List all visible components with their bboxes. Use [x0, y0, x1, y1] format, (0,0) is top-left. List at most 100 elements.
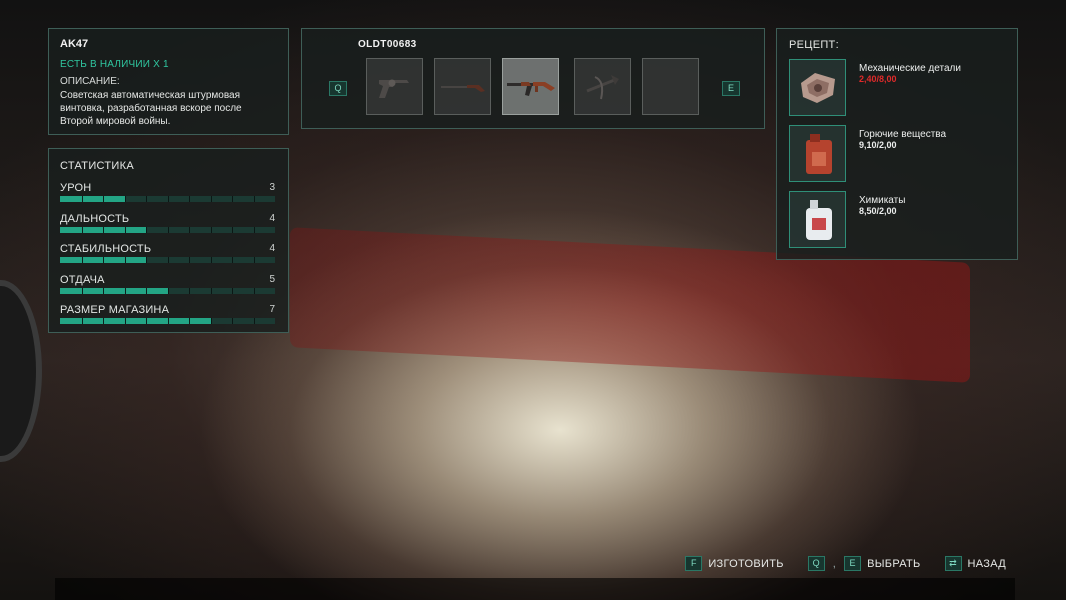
stat-bar-tick	[81, 257, 83, 263]
next-weapon-key[interactable]: E	[722, 81, 740, 96]
stat-bar-tick	[232, 226, 233, 233]
stat-bar	[60, 287, 275, 294]
weapon-slot-ak47[interactable]	[502, 58, 559, 115]
stat-label: ОТДАЧА	[60, 273, 105, 286]
shotgun-icon	[440, 84, 485, 92]
stats-list: УРОН 3 ДАЛЬНОСТЬ 4 СТАБИЛЬНОСТЬ 4 ОТДАЧА…	[60, 180, 277, 333]
stat-bar-tick	[81, 318, 83, 324]
stat-bar-tick	[253, 196, 255, 202]
stat-row-stability: СТАБИЛЬНОСТЬ 4	[60, 241, 277, 272]
ingredient-chemicals: Химикаты 8,50/2,00	[789, 191, 1009, 249]
select-action[interactable]: Q , E ВЫБРАТЬ	[807, 556, 921, 571]
stat-row-magazine-size: РАЗМЕР МАГАЗИНА 7	[60, 302, 277, 333]
stat-bar-tick	[189, 257, 190, 263]
weapon-slot-crossbow[interactable]	[574, 58, 631, 115]
back-label: НАЗАД	[967, 557, 1006, 570]
chemicals-jug-icon	[805, 199, 832, 240]
ingredient-name: Горючие вещества	[859, 129, 947, 140]
stat-label: СТАБИЛЬНОСТЬ	[60, 243, 152, 255]
stat-bar-tick	[232, 318, 233, 324]
description-text: Советская автоматическая штурмовая винто…	[60, 90, 242, 127]
stat-bar-tick	[124, 196, 126, 202]
craft-label: ИЗГОТОВИТЬ	[708, 557, 784, 570]
recipe-panel: РЕЦЕПТ: Механические детали 2,40/8,00 Го…	[776, 28, 1018, 260]
stat-label: УРОН	[60, 182, 92, 194]
stat-bar-tick	[103, 318, 104, 324]
select-key-separator: ,	[832, 557, 837, 570]
stat-bar-tick	[167, 257, 169, 263]
stat-bar-tick	[189, 226, 190, 233]
weapon-slot-empty[interactable]	[642, 58, 699, 115]
select-label: ВЫБРАТЬ	[867, 557, 921, 570]
craft-action[interactable]: F ИЗГОТОВИТЬ	[685, 556, 783, 571]
control-hints: F ИЗГОТОВИТЬ Q , E ВЫБРАТЬ ⇄ НАЗАД	[667, 556, 1006, 571]
stat-label: РАЗМЕР МАГАЗИНА	[60, 304, 170, 316]
weapon-carousel: OLDT00683 Q E	[301, 28, 765, 129]
stat-bar-tick	[232, 196, 233, 202]
stat-bar-tick	[167, 226, 169, 233]
ingredient-quantity: 8,50/2,00	[859, 206, 897, 216]
stat-bar-tick	[253, 226, 255, 233]
ingredient-thumbnail	[789, 125, 846, 182]
ingredient-mechanical-parts: Механические детали 2,40/8,00	[789, 59, 1009, 117]
stat-bar-tick	[146, 196, 147, 202]
weapon-name: AK47	[60, 38, 89, 50]
ingredient-name: Механические детали	[859, 63, 961, 74]
stat-bar-tick	[81, 287, 83, 294]
craft-key: F	[685, 556, 703, 571]
stat-bar-tick	[210, 196, 212, 202]
stat-bar-tick	[167, 196, 169, 202]
stat-bar-tick	[210, 287, 212, 294]
stat-bar	[60, 318, 275, 324]
stat-bar-tick	[232, 287, 233, 294]
stat-bar-tick	[146, 287, 147, 294]
stats-panel: СТАТИСТИКА УРОН 3 ДАЛЬНОСТЬ 4 СТАБИЛЬНОС…	[48, 148, 289, 333]
back-key-icon: ⇄	[944, 556, 962, 571]
stat-value: 4	[269, 212, 275, 224]
stat-bar-tick	[124, 287, 126, 294]
ak47-rifle-icon	[506, 81, 555, 96]
select-key-q: Q	[807, 556, 825, 571]
stat-bar-fill	[60, 318, 211, 324]
weapon-slot-revolver[interactable]	[366, 58, 423, 115]
ingredient-thumbnail	[789, 59, 846, 116]
crossbow-icon	[585, 74, 619, 99]
background-bottom-strip	[55, 578, 1015, 600]
ingredient-quantity: 9,10/2,00	[859, 140, 897, 150]
prev-weapon-key[interactable]: Q	[329, 81, 347, 96]
fuel-canister-icon	[805, 133, 832, 174]
stats-title: СТАТИСТИКА	[60, 160, 134, 172]
stat-bar-tick	[124, 318, 126, 324]
stat-bar-tick	[81, 226, 83, 233]
availability-status: ЕСТЬ В НАЛИЧИИ X 1	[60, 59, 169, 70]
stat-bar-tick	[210, 257, 212, 263]
weapon-slot-shotgun[interactable]	[434, 58, 491, 115]
stat-row-damage: УРОН 3	[60, 180, 277, 211]
stat-bar	[60, 196, 275, 202]
stat-bar	[60, 226, 275, 233]
stat-bar-tick	[103, 287, 104, 294]
stat-bar-fill	[60, 287, 168, 294]
stat-bar-tick	[210, 226, 212, 233]
stat-value: 7	[269, 304, 275, 315]
stat-bar	[60, 257, 275, 263]
ingredient-fuel: Горючие вещества 9,10/2,00	[789, 125, 1009, 183]
revolver-icon	[378, 79, 409, 98]
description-label: ОПИСАНИЕ:	[60, 76, 120, 87]
stat-value: 4	[269, 243, 275, 254]
stat-row-recoil: ОТДАЧА 5	[60, 272, 277, 303]
stat-bar-tick	[124, 226, 126, 233]
back-action[interactable]: ⇄ НАЗАД	[944, 556, 1006, 571]
stat-bar-tick	[189, 318, 190, 324]
stat-bar-tick	[81, 196, 83, 202]
stat-bar-tick	[146, 318, 147, 324]
stat-bar-tick	[253, 287, 255, 294]
stat-bar-tick	[253, 257, 255, 263]
stat-value: 3	[269, 182, 275, 193]
stat-bar-tick	[232, 257, 233, 263]
stat-bar-fill	[60, 196, 125, 202]
stat-bar-tick	[103, 226, 104, 233]
stat-bar-tick	[189, 287, 190, 294]
recipe-title: РЕЦЕПТ:	[789, 39, 839, 51]
recipe-code: OLDT00683	[358, 39, 417, 50]
